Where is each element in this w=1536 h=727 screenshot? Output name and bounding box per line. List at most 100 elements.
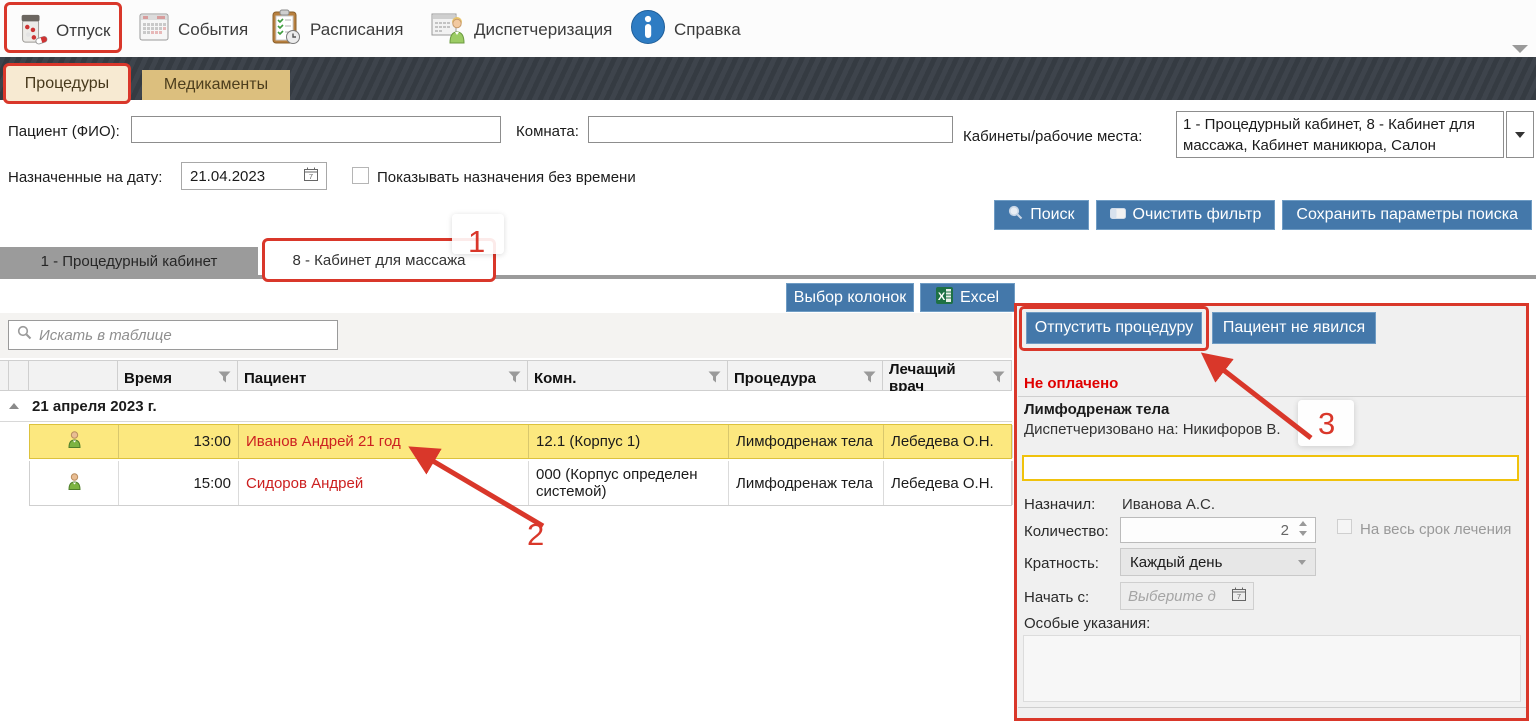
prescribed-by-value: Иванова А.С. [1122,496,1215,513]
filter-funnel-icon[interactable] [218,370,231,387]
panel-divider [1018,707,1526,708]
info-icon [630,9,666,50]
filter-actions-row: Поиск Очистить фильтр Сохранить параметр… [994,200,1532,230]
cell-procedure: Лимфодренаж тела [729,461,884,505]
toolbar-item-schedules[interactable]: Расписания [268,9,403,50]
date-filter-value: 21.04.2023 [190,168,265,185]
cell-room: 12.1 (Корпус 1) [529,425,729,458]
header-time-label: Время [124,370,172,387]
excel-export-button[interactable]: X Excel [920,283,1015,312]
release-comment-input[interactable] [1022,455,1519,481]
tab-room-procedure-cabinet[interactable]: 1 - Процедурный кабинет [0,247,258,275]
patient-no-show-button[interactable]: Пациент не явился [1212,312,1376,344]
group-date-label: 21 апреля 2023 г. [32,398,157,415]
cabinets-multiselect-value[interactable]: 1 - Процедурный кабинет, 8 - Кабинет для… [1176,111,1504,158]
frequency-dropdown[interactable]: Каждый день [1120,548,1316,576]
toolbar-item-label: События [178,20,248,40]
show-untimed-checkbox[interactable] [352,167,369,184]
clear-filter-label: Очистить фильтр [1133,206,1262,224]
toolbar-item-label: Справка [674,20,741,40]
clipboard-clock-icon [268,9,302,50]
person-icon [67,431,82,452]
chevron-down-icon [1298,560,1306,565]
procedure-title: Лимфодренаж тела [1024,401,1169,418]
show-untimed-label: Показывать назначения без времени [377,169,636,186]
full-course-checkbox[interactable] [1337,519,1352,534]
full-course-label: На весь срок лечения [1360,521,1511,538]
choose-columns-label: Выбор колонок [794,289,906,307]
date-filter-label: Назначенные на дату: [8,169,162,186]
search-icon [1008,205,1023,225]
calendar-picker-icon[interactable]: 7 [304,167,318,185]
table-row[interactable]: 15:00 Сидоров Андрей 000 (Корпус определ… [29,461,1012,506]
room-filter-input[interactable] [588,116,953,143]
excel-icon: X [936,287,953,309]
svg-text:7: 7 [309,172,313,181]
cell-doctor: Лебедева О.Н. [884,461,1013,505]
choose-columns-button[interactable]: Выбор колонок [786,283,914,312]
annotation-step-1: 1 [468,226,485,257]
toolbar-overflow-caret-icon[interactable] [1512,45,1528,53]
special-instructions-textarea[interactable] [1023,635,1521,702]
table-group-row[interactable]: 21 апреля 2023 г. [0,391,1012,422]
calendar-picker-icon[interactable]: 7 [1232,587,1246,606]
header-patient[interactable]: Пациент [238,361,528,395]
table-search-input[interactable] [39,327,329,344]
header-room-label: Комн. [534,370,576,387]
cell-patient[interactable]: Иванов Андрей 21 год [239,425,529,458]
annotation-box-release [1019,306,1209,351]
special-instructions-label: Особые указания: [1024,615,1150,632]
header-procedure-label: Процедура [734,370,816,387]
collapse-triangle-icon[interactable] [9,403,19,409]
cell-doctor: Лебедева О.Н. [884,425,1013,458]
patient-filter-input[interactable] [131,116,501,143]
tab-room2-label: 8 - Кабинет для массажа [292,252,465,269]
annotation-box-dispense [4,2,122,53]
search-button-label: Поиск [1030,206,1074,224]
header-patient-label: Пациент [244,370,306,387]
search-button[interactable]: Поиск [994,200,1088,230]
cell-patient[interactable]: Сидоров Андрей [239,461,529,505]
table-row[interactable]: 13:00 Иванов Андрей 21 год 12.1 (Корпус … [29,424,1012,459]
tab-procedures[interactable]: Процедуры [3,63,131,104]
filter-funnel-icon[interactable] [992,370,1005,387]
header-room[interactable]: Комн. [528,361,728,395]
cabinets-dropdown-button[interactable] [1506,111,1534,158]
spinner-up-icon[interactable] [1299,521,1307,526]
filter-funnel-icon[interactable] [508,370,521,387]
toolbar-item-events[interactable]: События [138,11,248,48]
table-header-row: Время Пациент Комн. Процедура Лечащий вр… [0,360,1012,391]
quantity-spinner-arrows[interactable] [1299,521,1307,536]
patient-no-show-label: Пациент не явился [1223,319,1365,337]
start-date-input[interactable] [1128,588,1220,605]
clear-filter-button[interactable]: Очистить фильтр [1096,200,1276,230]
header-time[interactable]: Время [118,361,238,395]
dispatched-to-text: Диспетчеризовано на: Никифоров В. [1024,421,1281,438]
quantity-label: Количество: [1024,523,1109,540]
search-icon [17,325,32,345]
spinner-down-icon[interactable] [1299,531,1307,536]
chevron-down-icon [1515,132,1525,138]
annotation-step-3: 3 [1318,408,1335,439]
date-filter-input[interactable]: 21.04.2023 7 [181,162,327,190]
tab-medications-label: Медикаменты [164,76,268,94]
start-date-picker[interactable]: 7 [1120,582,1254,610]
header-doctor[interactable]: Лечащий врач [883,361,1012,395]
panel-divider [1018,396,1526,397]
room-tabs-underline [0,275,1536,279]
toolbar-item-dispatching[interactable]: Диспетчеризация [430,10,612,49]
header-doctor-label: Лечащий врач [889,361,992,395]
filter-funnel-icon[interactable] [708,370,721,387]
tab-medications[interactable]: Медикаменты [142,70,290,100]
frequency-label: Кратность: [1024,555,1099,572]
excel-button-label: Excel [960,289,999,307]
header-procedure[interactable]: Процедура [728,361,883,395]
tab-procedures-label: Процедуры [25,75,109,93]
header-spacer [9,361,29,395]
toolbar-item-help[interactable]: Справка [630,9,741,50]
eraser-icon [1110,206,1126,224]
save-search-params-button[interactable]: Сохранить параметры поиска [1282,200,1532,230]
quantity-stepper[interactable] [1120,517,1316,543]
header-spacer [0,361,9,395]
filter-funnel-icon[interactable] [863,370,876,387]
